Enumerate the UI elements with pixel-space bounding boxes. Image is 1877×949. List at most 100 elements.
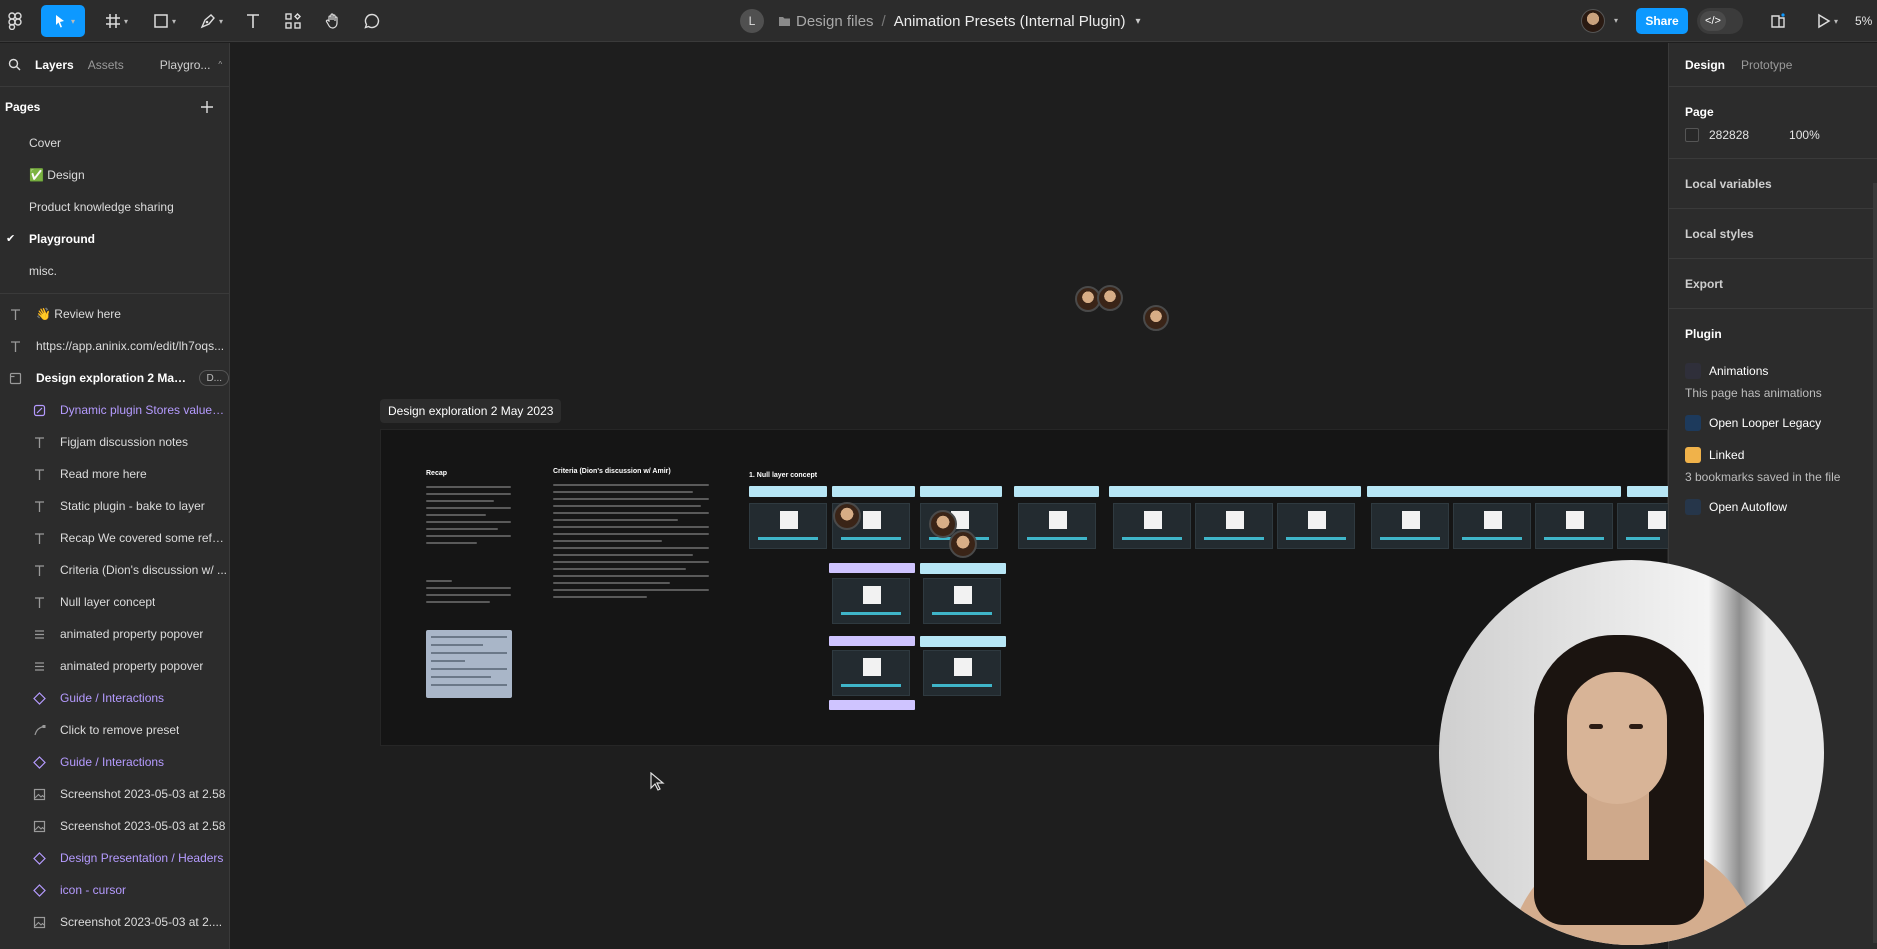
- plugin-item[interactable]: Open Autoflow: [1685, 494, 1861, 520]
- page-item[interactable]: Cover: [0, 127, 229, 159]
- export-heading[interactable]: Export: [1685, 259, 1861, 308]
- layer-row[interactable]: Figjam discussion notes: [0, 426, 229, 458]
- sticky-note[interactable]: [426, 630, 512, 698]
- screenshot-thumb[interactable]: [1195, 503, 1273, 549]
- page-switcher[interactable]: Playgro...: [160, 58, 211, 72]
- layer-row[interactable]: Screenshot 2023-05-03 at 2....: [0, 906, 229, 938]
- layer-row[interactable]: Click to remove preset: [0, 714, 229, 746]
- team-avatar[interactable]: L: [740, 9, 764, 33]
- layer-name: https://app.aninix.com/edit/lh7oqs...: [36, 339, 225, 353]
- layer-row[interactable]: animated property popover: [0, 650, 229, 682]
- tab-layers[interactable]: Layers: [35, 58, 74, 72]
- screenshot-thumb[interactable]: [1617, 503, 1668, 549]
- chevron-down-icon[interactable]: ▾: [1614, 16, 1618, 25]
- text-tool-button[interactable]: [240, 5, 266, 37]
- page-item[interactable]: Product knowledge sharing: [0, 191, 229, 223]
- resources-button[interactable]: [280, 5, 306, 37]
- library-button[interactable]: [1763, 5, 1793, 37]
- layer-row[interactable]: Screenshot 2023-05-03 at 2.58: [0, 778, 229, 810]
- page-fill-row[interactable]: 282828 100%: [1685, 124, 1861, 146]
- tab-prototype[interactable]: Prototype: [1741, 58, 1792, 72]
- screenshot-thumb[interactable]: [1113, 503, 1191, 549]
- screenshot-thumb[interactable]: [832, 650, 910, 696]
- plugin-item[interactable]: Animations: [1685, 358, 1861, 384]
- tab-assets[interactable]: Assets: [88, 58, 124, 72]
- search-icon[interactable]: [8, 58, 21, 71]
- frame-title[interactable]: Design exploration 2 May 2023: [380, 399, 562, 423]
- layer-name: Figjam discussion notes: [60, 435, 189, 449]
- plugin-item[interactable]: Linked: [1685, 442, 1861, 468]
- present-button[interactable]: ▾: [1808, 5, 1844, 37]
- dev-mode-toggle[interactable]: </>: [1697, 8, 1743, 34]
- pen-icon: [200, 14, 215, 29]
- layer-row[interactable]: Criteria (Dion's discussion w/ ...: [0, 554, 229, 586]
- shape-tool-button[interactable]: ▾: [146, 5, 182, 37]
- collaborator-avatar[interactable]: [949, 530, 977, 558]
- layer-row[interactable]: Static plugin - bake to layer: [0, 490, 229, 522]
- collaborator-avatar[interactable]: [1143, 305, 1169, 331]
- share-button[interactable]: Share: [1636, 8, 1688, 34]
- layer-row[interactable]: Read more here: [0, 458, 229, 490]
- section-layer-icon: [8, 371, 22, 385]
- layer-row[interactable]: Guide / Interactions: [0, 746, 229, 778]
- page-item[interactable]: ✔ Playground: [0, 223, 229, 255]
- layer-row[interactable]: Guide / Interactions: [0, 682, 229, 714]
- export-section[interactable]: Export: [1669, 259, 1877, 309]
- screenshot-thumb[interactable]: [923, 650, 1001, 696]
- notes-text-block: [426, 580, 511, 608]
- screenshot-thumb[interactable]: [1371, 503, 1449, 549]
- project-link[interactable]: Design files: [778, 13, 874, 30]
- zoom-level[interactable]: 5%: [1855, 14, 1872, 28]
- main-menu-button[interactable]: [2, 5, 28, 37]
- pen-tool-button[interactable]: ▾: [193, 5, 229, 37]
- screenshot-thumb[interactable]: [1277, 503, 1355, 549]
- frame-tool-button[interactable]: ▾: [98, 5, 134, 37]
- local-variables-heading[interactable]: Local variables: [1685, 159, 1861, 208]
- add-page-icon[interactable]: [201, 101, 213, 113]
- file-name[interactable]: Animation Presets (Internal Plugin): [894, 13, 1126, 30]
- text-layer-icon: [8, 307, 22, 321]
- tab-design[interactable]: Design: [1685, 58, 1725, 72]
- move-tool-button[interactable]: ▾: [41, 5, 85, 37]
- layer-row[interactable]: https://app.aninix.com/edit/lh7oqs...: [0, 330, 229, 362]
- local-styles-heading[interactable]: Local styles: [1685, 209, 1861, 258]
- plugin-item[interactable]: Open Looper Legacy: [1685, 410, 1861, 436]
- hand-tool-button[interactable]: [320, 5, 346, 37]
- chevron-up-icon[interactable]: ^: [218, 60, 222, 69]
- layer-row[interactable]: Screenshot 2023-05-03 at 2.58: [0, 810, 229, 842]
- page-opacity-value[interactable]: 100%: [1789, 128, 1820, 142]
- breadcrumb: L Design files / Animation Presets (Inte…: [740, 0, 1141, 42]
- layer-row[interactable]: Recap We covered some refer...: [0, 522, 229, 554]
- collaborator-avatar[interactable]: [833, 502, 861, 530]
- layer-name: Static plugin - bake to layer: [60, 499, 205, 513]
- dev-status-badge[interactable]: D...: [199, 370, 229, 386]
- screenshot-thumb[interactable]: [1535, 503, 1613, 549]
- comment-tool-button[interactable]: [359, 5, 385, 37]
- layer-row[interactable]: Dynamic plugin Stores values ...: [0, 394, 229, 426]
- local-variables-section[interactable]: Local variables: [1669, 159, 1877, 209]
- plugin-icon: [1685, 363, 1701, 379]
- page-item[interactable]: ✅ Design: [0, 159, 229, 191]
- layer-row[interactable]: animated property popover: [0, 618, 229, 650]
- screenshot-thumb[interactable]: [923, 578, 1001, 624]
- screenshot-thumb[interactable]: [1453, 503, 1531, 549]
- screenshot-thumb[interactable]: [1018, 503, 1096, 549]
- collaborator-avatar[interactable]: [1097, 285, 1123, 311]
- page-color-value[interactable]: 282828: [1709, 128, 1749, 142]
- plugin-icon: [1685, 499, 1701, 515]
- user-avatar[interactable]: [1581, 9, 1605, 33]
- screenshot-thumb[interactable]: [749, 503, 827, 549]
- cursor-arrow-icon: [55, 15, 64, 28]
- layer-row[interactable]: Null layer concept: [0, 586, 229, 618]
- layer-row[interactable]: icon - cursor: [0, 874, 229, 906]
- page-item[interactable]: misc.: [0, 255, 229, 287]
- layer-row[interactable]: 👋 Review here: [0, 298, 229, 330]
- layer-row[interactable]: Design Presentation / Headers: [0, 842, 229, 874]
- page-color-swatch[interactable]: [1685, 128, 1699, 142]
- chevron-down-icon[interactable]: ▾: [1136, 16, 1141, 27]
- local-styles-section[interactable]: Local styles: [1669, 209, 1877, 259]
- layer-row[interactable]: Design exploration 2 May ... D...: [0, 362, 229, 394]
- plugin-heading: Plugin: [1685, 326, 1722, 341]
- screenshot-thumb[interactable]: [832, 578, 910, 624]
- panel-scrollbar[interactable]: [1873, 183, 1877, 943]
